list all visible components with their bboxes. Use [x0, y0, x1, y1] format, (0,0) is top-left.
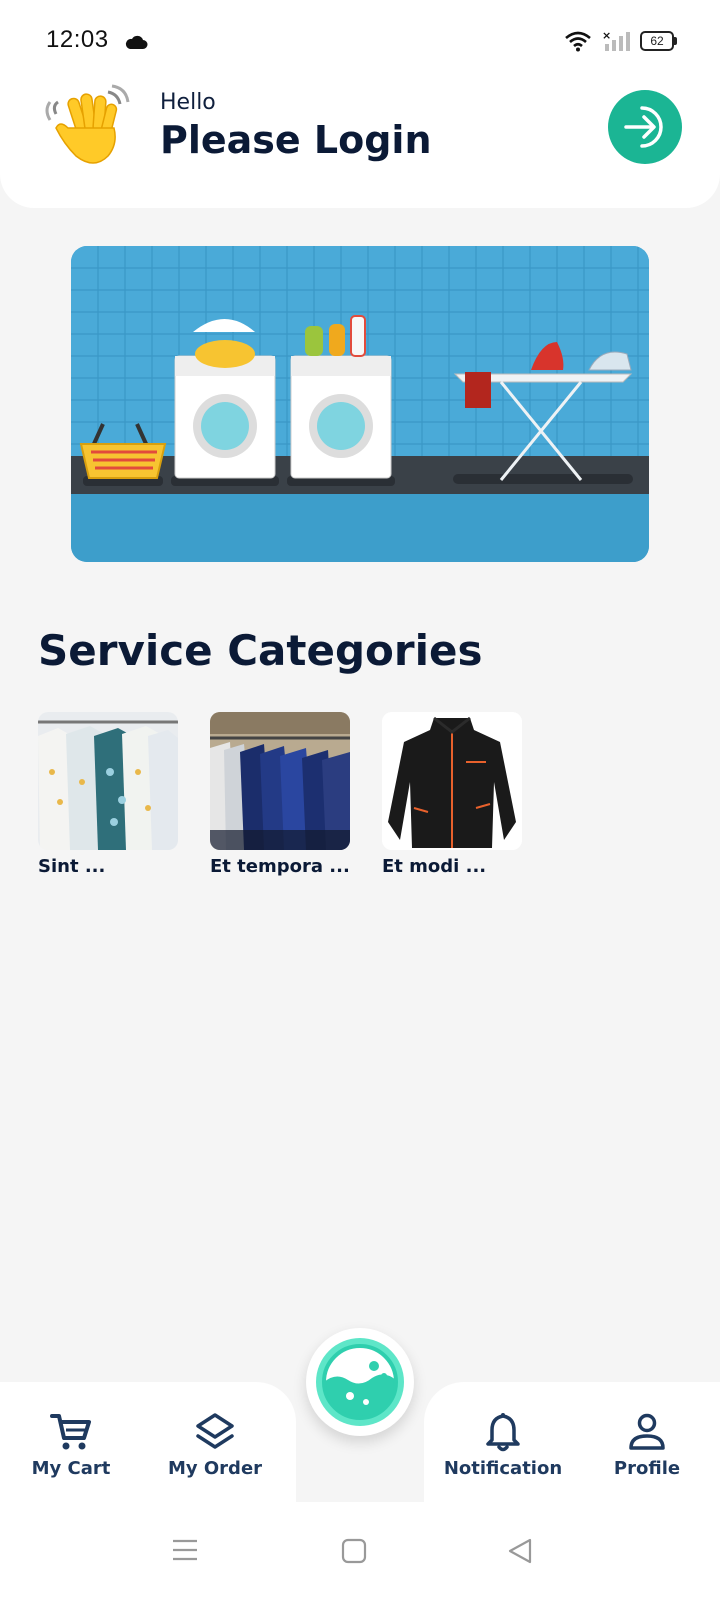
nav-label-cart: My Cart [31, 1458, 111, 1479]
header: Hello Please Login [0, 80, 720, 208]
category-image [382, 712, 522, 850]
profile-icon [629, 1413, 665, 1450]
category-label: Et modi ... [382, 856, 487, 877]
laundry-room-illustration [71, 246, 649, 562]
category-label: Et tempora ... [210, 856, 350, 877]
nav-item-order[interactable]: My Order [150, 1412, 280, 1479]
nav-label-order: My Order [167, 1458, 263, 1479]
wifi-icon [565, 31, 591, 52]
black-jacket-photo-icon [382, 712, 522, 850]
nav-item-notification[interactable]: Notification [438, 1412, 568, 1479]
category-card[interactable]: Et modi ... [382, 712, 522, 877]
cloud-icon [125, 35, 148, 49]
clothing-rack-photo-icon [38, 712, 178, 850]
nav-item-profile[interactable]: Profile [582, 1412, 712, 1479]
status-bar: 12:03 × 62 [0, 0, 720, 80]
laundry-fab-button[interactable] [306, 1328, 414, 1436]
category-card[interactable]: Et tempora ... [210, 712, 350, 877]
nav-label-profile: Profile [613, 1458, 681, 1479]
section-title: Service Categories [38, 626, 483, 675]
suit-rack-photo-icon [210, 712, 350, 850]
category-label: Sint ... [38, 856, 106, 877]
home-square-icon[interactable] [341, 1538, 367, 1564]
status-time: 12:03 [46, 26, 109, 53]
nav-item-cart[interactable]: My Cart [6, 1412, 136, 1479]
login-arrow-icon [624, 106, 663, 148]
layers-icon [196, 1413, 234, 1449]
login-button[interactable] [608, 90, 682, 164]
svg-text:×: × [602, 30, 611, 42]
page-title: Please Login [160, 118, 432, 162]
battery-icon: 62 [640, 31, 677, 51]
nav-label-notification: Notification [443, 1458, 563, 1479]
back-triangle-icon[interactable] [507, 1538, 533, 1564]
cart-icon [50, 1414, 91, 1450]
category-image [210, 712, 350, 850]
category-image [38, 712, 178, 850]
category-card[interactable]: Sint ... [38, 712, 178, 877]
battery-level: 62 [650, 34, 664, 48]
signal-icon: × [602, 30, 630, 51]
greeting-text: Hello [160, 90, 216, 115]
menu-icon[interactable] [172, 1538, 198, 1562]
bell-icon [486, 1413, 520, 1452]
waving-hand-icon [45, 84, 130, 164]
laundry-banner[interactable] [71, 246, 649, 562]
washing-bubble-icon [316, 1338, 404, 1426]
